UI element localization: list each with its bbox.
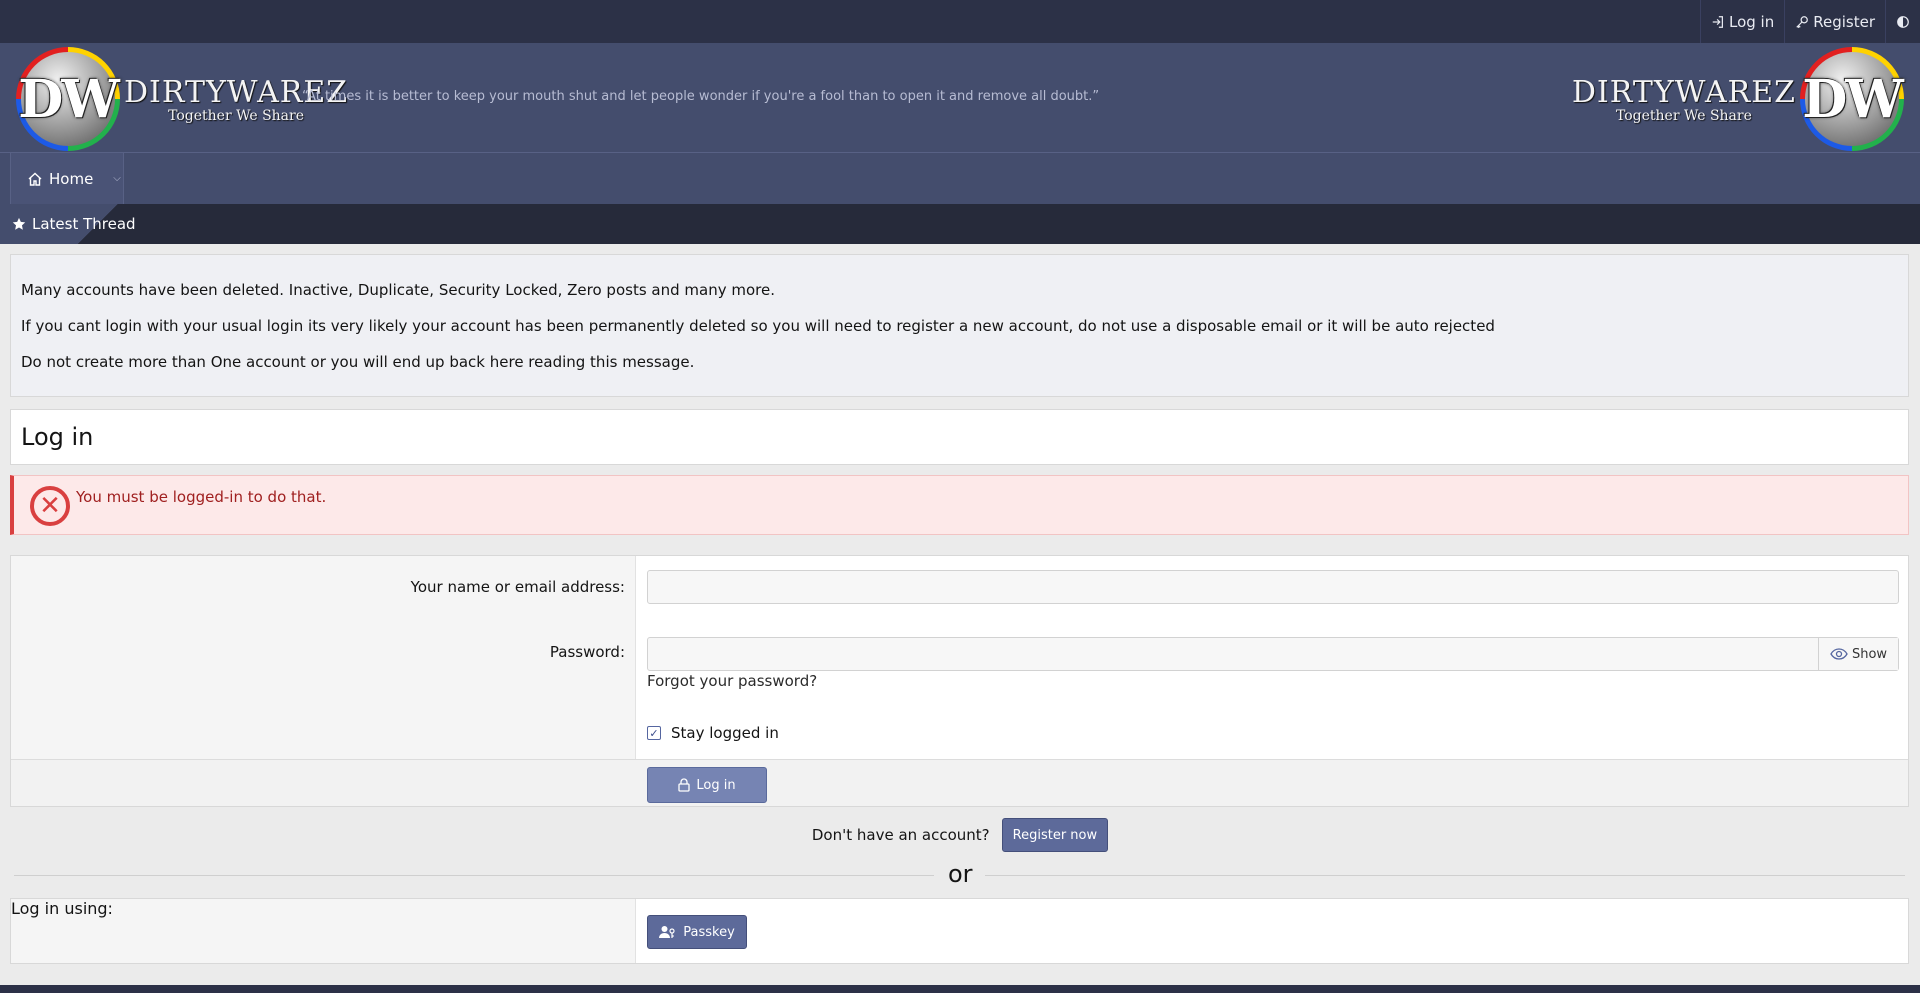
register-row: Don't have an account? Register now	[0, 818, 1920, 852]
sign-in-icon	[1712, 15, 1723, 28]
show-password-button[interactable]: Show	[1818, 638, 1898, 670]
site-notice: Many accounts have been deleted. Inactiv…	[10, 254, 1909, 397]
username-input[interactable]	[647, 570, 1899, 604]
login-form: Your name or email address: Password: Sh…	[10, 555, 1909, 807]
login-submit-label: Log in	[696, 777, 736, 793]
notice-line: Many accounts have been deleted. Inactiv…	[21, 281, 775, 299]
top-register-label: Register	[1813, 12, 1875, 31]
show-password-label: Show	[1851, 646, 1888, 662]
logo-badge: DW	[16, 47, 120, 151]
latest-thread-link[interactable]: Latest Thread	[12, 204, 136, 244]
error-message-block: ✕ You must be logged-in to do that.	[10, 475, 1909, 535]
page-title: Log in	[10, 409, 1909, 465]
main-nav: Home ⌵	[0, 153, 1920, 204]
alt-login-block: Log in using: Passkey	[10, 898, 1909, 964]
notice-line: Do not create more than One account or y…	[21, 353, 695, 371]
error-message: You must be logged-in to do that.	[76, 488, 327, 506]
eye-icon	[1830, 648, 1848, 660]
login-submit-button[interactable]: Log in	[647, 767, 767, 803]
divider-line-right	[985, 875, 1905, 876]
header-quote: “At times it is better to keep your mout…	[302, 89, 1100, 104]
stay-logged-in-label: Stay logged in	[671, 724, 779, 742]
contrast-icon	[1897, 15, 1909, 28]
top-login-link[interactable]: Log in	[1700, 0, 1784, 43]
nav-home-label: Home	[49, 169, 94, 188]
alt-login-label-column: Log in using:	[11, 899, 636, 963]
page-footer	[0, 985, 1920, 993]
nav-tab-home[interactable]: Home ⌵	[10, 153, 124, 204]
site-header: DW DIRTYWAREZ Together We Share “At time…	[0, 43, 1920, 153]
user-key-icon	[659, 926, 675, 938]
form-footer: Log in	[11, 759, 1908, 806]
site-logo-right[interactable]: DIRTYWAREZ Together We Share DW	[1568, 47, 1904, 151]
checkbox-checked-icon[interactable]: ✓	[647, 726, 661, 740]
key-icon	[1796, 15, 1809, 28]
password-input[interactable]: Show	[647, 637, 1899, 671]
latest-thread-label: Latest Thread	[32, 215, 136, 233]
password-label: Password:	[549, 643, 625, 661]
notice-line: If you cant login with your usual login …	[21, 317, 1495, 335]
top-bar: Log in Register	[0, 0, 1920, 43]
username-label: Your name or email address:	[410, 578, 625, 596]
lock-icon	[678, 778, 691, 792]
stay-logged-in-checkbox[interactable]: ✓ Stay logged in	[647, 724, 779, 742]
or-divider: or	[14, 860, 1905, 888]
logo-text-right: DIRTYWAREZ Together We Share	[1568, 75, 1800, 124]
top-login-label: Log in	[1729, 12, 1775, 31]
passkey-label: Passkey	[683, 924, 735, 940]
passkey-button[interactable]: Passkey	[647, 915, 747, 949]
logo-name-right: DIRTYWAREZ	[1571, 74, 1796, 110]
logo-tagline-right: Together We Share	[1615, 107, 1752, 124]
logo-badge-right: DW	[1800, 47, 1904, 151]
error-icon: ✕	[30, 486, 70, 526]
style-toggle-button[interactable]	[1885, 0, 1920, 43]
sub-nav: Latest Thread	[0, 204, 1920, 244]
alt-login-label: Log in using:	[11, 899, 113, 918]
top-links: Log in Register	[1700, 0, 1920, 43]
divider-line-left	[14, 875, 934, 876]
register-now-button[interactable]: Register now	[1001, 818, 1109, 852]
forgot-password-link[interactable]: Forgot your password?	[647, 672, 817, 690]
register-prompt: Don't have an account?	[811, 826, 990, 844]
logo-mark-right: DW	[1802, 52, 1904, 146]
star-icon	[12, 217, 26, 230]
logo-tagline: Together We Share	[168, 107, 305, 124]
or-label: or	[948, 860, 973, 888]
home-icon	[28, 172, 42, 186]
logo-mark: DW	[18, 52, 120, 146]
top-register-link[interactable]: Register	[1784, 0, 1885, 43]
chevron-down-icon[interactable]: ⌵	[113, 173, 121, 184]
